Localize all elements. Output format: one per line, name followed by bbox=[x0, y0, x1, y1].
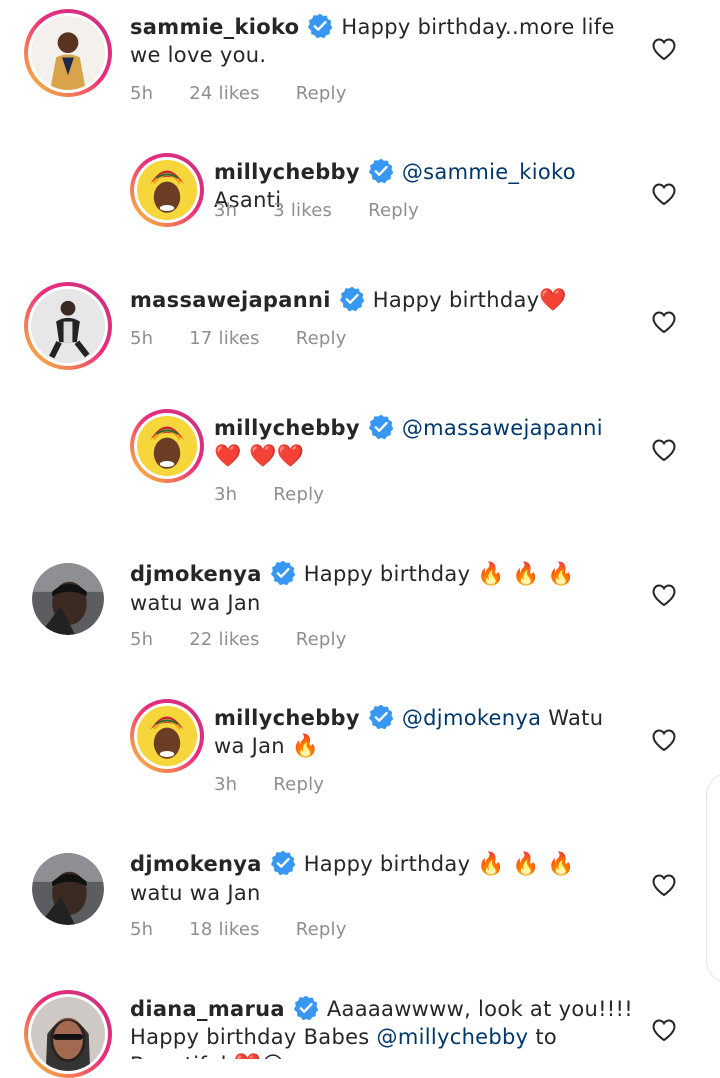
heart-icon[interactable] bbox=[651, 182, 677, 206]
heart-icon[interactable] bbox=[651, 310, 677, 334]
reply-button[interactable]: Reply bbox=[296, 629, 347, 650]
mention-link[interactable]: @massawejapanni bbox=[402, 416, 603, 440]
likes-count[interactable]: 18 likes bbox=[189, 919, 259, 940]
mention-link[interactable]: @millychebby bbox=[377, 1025, 529, 1049]
likes-count[interactable]: 22 likes bbox=[189, 629, 259, 650]
username[interactable]: millychebby bbox=[214, 160, 360, 184]
heart-icon[interactable] bbox=[651, 873, 677, 897]
reply-button[interactable]: Reply bbox=[296, 919, 347, 940]
timestamp: 5h bbox=[130, 919, 154, 940]
heart-icon[interactable] bbox=[651, 37, 677, 61]
avatar[interactable] bbox=[32, 563, 104, 635]
comment-body: Happy birthday bbox=[303, 562, 471, 586]
comment-body-end: watu wa Jan bbox=[130, 881, 261, 905]
timestamp: 5h bbox=[130, 83, 154, 104]
heart-icon[interactable] bbox=[651, 438, 677, 462]
heart-emoji: ❤️ ❤️❤️ bbox=[214, 444, 305, 469]
username[interactable]: sammie_kioko bbox=[130, 15, 299, 39]
username[interactable]: millychebby bbox=[214, 416, 360, 440]
verified-badge-icon bbox=[368, 158, 394, 184]
comment-text: djmokenya Happy birthday 🔥 🔥 🔥 watu wa Ja… bbox=[130, 560, 610, 617]
heart-icon[interactable] bbox=[651, 1018, 677, 1042]
timestamp: 3h bbox=[214, 774, 238, 795]
reply-button[interactable]: Reply bbox=[273, 774, 324, 795]
reply-button[interactable]: Reply bbox=[296, 328, 347, 349]
fire-emoji: 🔥 🔥 🔥 bbox=[477, 852, 575, 877]
username[interactable]: djmokenya bbox=[130, 562, 262, 586]
verified-badge-icon bbox=[270, 850, 296, 876]
comment-meta: 5h 18 likes Reply bbox=[130, 919, 383, 940]
timestamp: 5h bbox=[130, 328, 154, 349]
timestamp: 5h bbox=[130, 629, 154, 650]
comment-meta: 3h Reply bbox=[214, 774, 360, 795]
heart-eyes-emoji: ❤️😍 bbox=[234, 1053, 285, 1059]
avatar[interactable] bbox=[130, 409, 204, 483]
comment-text: massawejapanni Happy birthday❤️ bbox=[130, 286, 630, 315]
avatar[interactable] bbox=[32, 853, 104, 925]
comment-body: Happy birthday bbox=[303, 852, 471, 876]
avatar[interactable] bbox=[24, 990, 112, 1078]
username[interactable]: massawejapanni bbox=[130, 288, 331, 312]
avatar[interactable] bbox=[130, 153, 204, 227]
comment-meta: 5h 17 likes Reply bbox=[130, 328, 383, 349]
username[interactable]: djmokenya bbox=[130, 852, 262, 876]
username[interactable]: millychebby bbox=[214, 706, 360, 730]
comment-body: Happy birthday bbox=[372, 288, 540, 312]
verified-badge-icon bbox=[339, 286, 365, 312]
avatar[interactable] bbox=[130, 699, 204, 773]
avatar[interactable] bbox=[24, 9, 112, 97]
reply-button[interactable]: Reply bbox=[296, 83, 347, 104]
verified-badge-icon bbox=[293, 995, 319, 1021]
comment-body-end: watu wa Jan bbox=[130, 591, 261, 615]
side-panel-edge bbox=[706, 772, 720, 984]
comment-meta: 5h 22 likes Reply bbox=[130, 629, 383, 650]
reply-button[interactable]: Reply bbox=[273, 484, 324, 505]
mention-link[interactable]: @sammie_kioko bbox=[402, 160, 576, 184]
timestamp: 3h bbox=[214, 484, 238, 505]
verified-badge-icon bbox=[368, 414, 394, 440]
comment-meta: 3h 3 likes Reply bbox=[214, 200, 455, 221]
comment-text: millychebby @djmokenya Watu wa Jan 🔥 bbox=[214, 704, 614, 761]
heart-emoji: ❤️ bbox=[539, 288, 568, 313]
heart-icon[interactable] bbox=[651, 728, 677, 752]
comment-text: diana_marua Aaaaawwww, look at you!!!! Ha… bbox=[130, 995, 640, 1059]
mention-link[interactable]: @djmokenya bbox=[402, 706, 541, 730]
comment-meta: 3h Reply bbox=[214, 484, 360, 505]
avatar[interactable] bbox=[24, 282, 112, 370]
comment-meta: 5h 24 likes Reply bbox=[130, 83, 383, 104]
reply-button[interactable]: Reply bbox=[368, 200, 419, 221]
likes-count[interactable]: 24 likes bbox=[189, 83, 259, 104]
timestamp: 3h bbox=[214, 200, 238, 221]
fire-emoji: 🔥 bbox=[291, 734, 320, 759]
comment-text: djmokenya Happy birthday 🔥 🔥 🔥 watu wa Ja… bbox=[130, 850, 610, 907]
comment-text: sammie_kioko Happy birthday..more life we… bbox=[130, 13, 630, 69]
verified-badge-icon bbox=[270, 560, 296, 586]
verified-badge-icon bbox=[307, 13, 333, 39]
heart-icon[interactable] bbox=[651, 583, 677, 607]
likes-count[interactable]: 17 likes bbox=[189, 328, 259, 349]
likes-count[interactable]: 3 likes bbox=[273, 200, 332, 221]
username[interactable]: diana_marua bbox=[130, 997, 285, 1021]
comment-text: millychebby @massawejapanni ❤️ ❤️❤️ bbox=[214, 414, 614, 471]
verified-badge-icon bbox=[368, 704, 394, 730]
fire-emoji: 🔥 🔥 🔥 bbox=[477, 562, 575, 587]
